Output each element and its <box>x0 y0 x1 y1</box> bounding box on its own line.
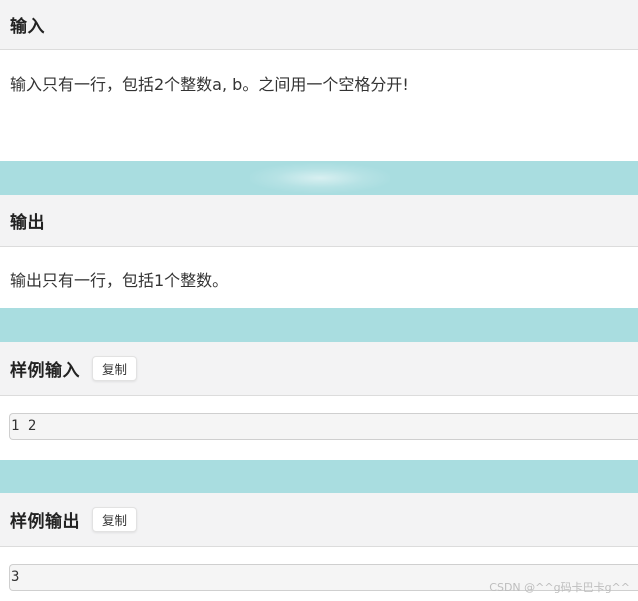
sample-output-header: 样例输出 复制 <box>0 493 638 547</box>
separator-glow <box>250 163 390 193</box>
watermark: CSDN @^^g码卡巴卡g^^ <box>489 581 630 594</box>
copy-sample-input-button[interactable]: 复制 <box>92 356 138 381</box>
sample-input-panel: 样例输入 复制 1 2 <box>0 342 638 460</box>
input-panel: 输入 输入只有一行，包括2个整数a, b。之间用一个空格分开! <box>0 0 638 161</box>
output-panel-header: 输出 <box>0 195 638 247</box>
input-panel-header: 输入 <box>0 0 638 50</box>
sample-output-title: 样例输出 <box>10 512 80 532</box>
sample-input-title: 样例输入 <box>10 361 80 381</box>
copy-sample-output-button[interactable]: 复制 <box>92 507 138 532</box>
sample-input-header: 样例输入 复制 <box>0 342 638 396</box>
output-description: 输出只有一行，包括1个整数。 <box>10 271 229 290</box>
output-panel: 输出 输出只有一行，包括1个整数。 <box>0 195 638 308</box>
output-title: 输出 <box>10 213 45 233</box>
input-description: 输入只有一行，包括2个整数a, b。之间用一个空格分开! <box>10 75 409 94</box>
input-title: 输入 <box>10 17 45 37</box>
sample-input-code[interactable]: 1 2 <box>9 413 638 440</box>
